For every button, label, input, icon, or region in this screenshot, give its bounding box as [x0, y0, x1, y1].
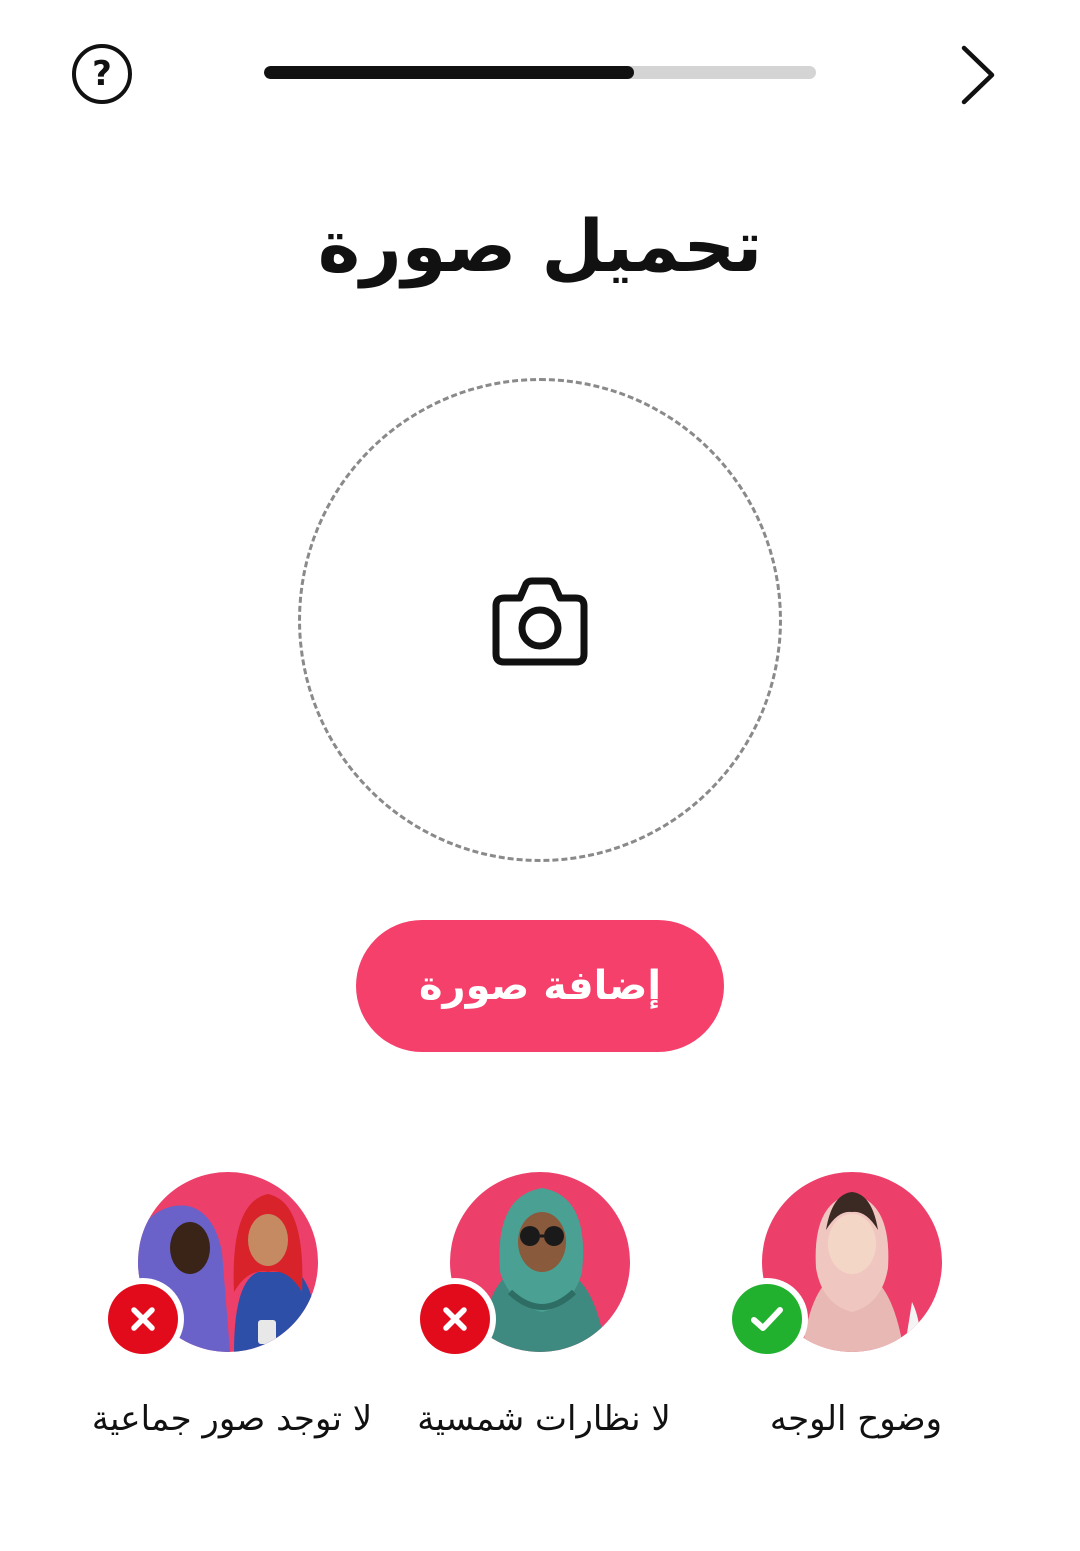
check-icon [751, 1307, 783, 1331]
add-photo-button[interactable]: إضافة صورة [356, 920, 724, 1052]
camera-icon [492, 577, 588, 666]
tip-label: لا نظارات شمسية [417, 1399, 671, 1439]
x-icon [131, 1307, 155, 1331]
not-allowed-badge [414, 1278, 496, 1360]
x-icon [443, 1307, 467, 1331]
progress-fill [264, 66, 634, 79]
photo-upload-area[interactable] [298, 378, 782, 862]
allowed-badge [726, 1278, 808, 1360]
not-allowed-badge [102, 1278, 184, 1360]
tip-label: لا توجد صور جماعية [91, 1399, 373, 1439]
chevron-right-icon[interactable] [952, 40, 1002, 110]
page-title: تحميل صورة [317, 204, 763, 288]
tip-label: وضوح الوجه [769, 1399, 943, 1439]
question-icon: ? [92, 54, 112, 94]
progress-bar [264, 66, 816, 79]
help-button[interactable]: ? [72, 44, 132, 104]
